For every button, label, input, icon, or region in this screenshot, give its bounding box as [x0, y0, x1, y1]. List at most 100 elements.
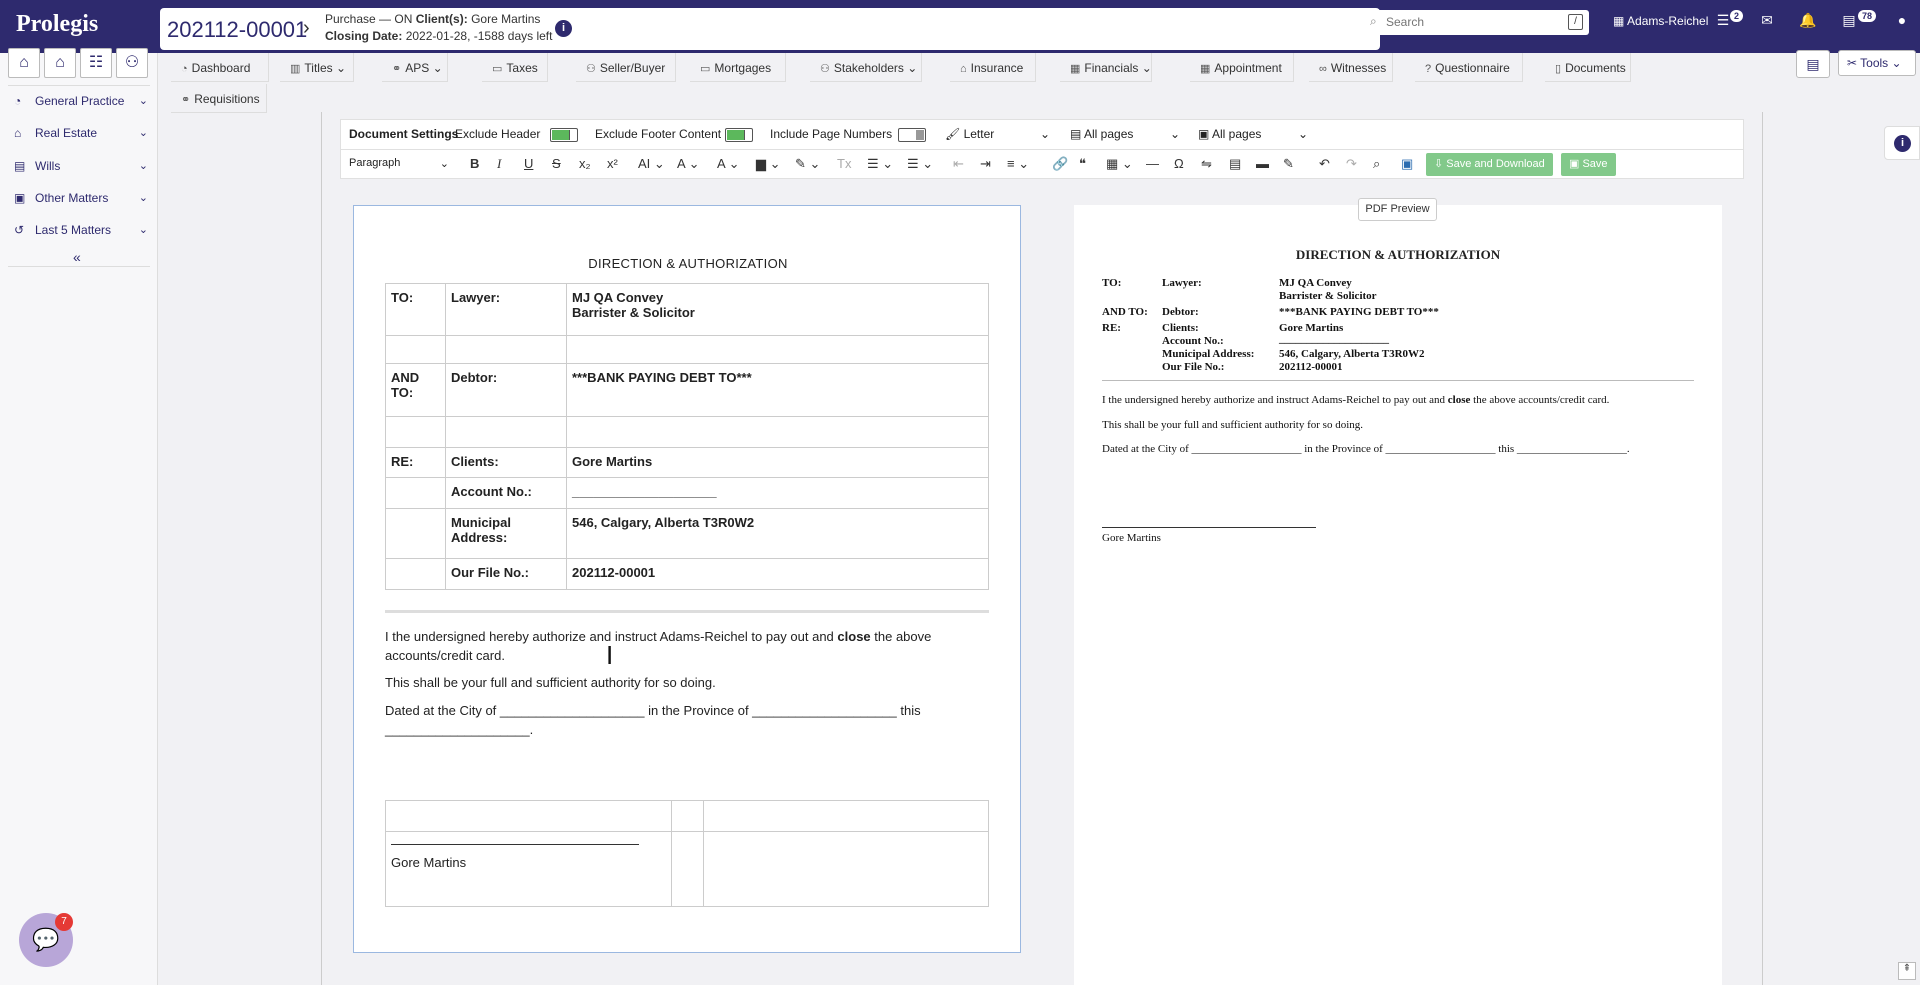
- superscript-icon[interactable]: x²: [607, 156, 618, 171]
- tab-seller-buyer[interactable]: ⚇ Seller/Buyer: [576, 53, 676, 82]
- bulleted-list-icon[interactable]: ☰ ⌄: [907, 156, 933, 172]
- sidebar-item-other-matters[interactable]: ▣ Other Matters ⌄: [0, 185, 158, 213]
- divider: [8, 266, 150, 267]
- undo-icon[interactable]: ↶: [1319, 156, 1330, 172]
- divider: [1102, 380, 1694, 381]
- app-logo[interactable]: Prolegis: [8, 6, 158, 44]
- table-row: AND TO: Debtor: ***BANK PAYING DEBT TO**…: [385, 363, 989, 417]
- italic-icon[interactable]: I: [497, 156, 501, 172]
- save-and-download-button[interactable]: ⇩ Save and Download: [1426, 153, 1553, 176]
- add-property-icon[interactable]: ⌂: [44, 48, 76, 78]
- search-input[interactable]: [1386, 13, 1556, 31]
- blockquote-icon[interactable]: ❝: [1079, 156, 1086, 172]
- strikethrough-icon[interactable]: S: [552, 156, 561, 171]
- lawyer-cell: MJ QA Convey Barrister & Solicitor: [566, 283, 989, 336]
- highlight-icon[interactable]: ✎ ⌄: [795, 156, 820, 172]
- handshake-icon: ⚭: [392, 63, 402, 75]
- tab-dashboard[interactable]: ◔ Dashboard: [171, 53, 269, 82]
- closing-date: 2022-01-28, -1588 days left: [405, 29, 553, 43]
- header-block-icon[interactable]: ▤: [1229, 156, 1241, 172]
- tools-button[interactable]: ✂ Tools ⌄: [1838, 50, 1916, 76]
- tab-aps[interactable]: ⚭ APS ⌄: [382, 53, 448, 82]
- outdent-icon[interactable]: ⇤: [953, 156, 964, 172]
- add-matter-icon[interactable]: ⌂: [8, 48, 40, 78]
- details-panel-toggle[interactable]: i: [1884, 126, 1920, 160]
- tab-requisitions[interactable]: ⚭ Requisitions: [171, 84, 267, 113]
- preview-and-to-label: AND TO:: [1102, 306, 1148, 318]
- tab-witnesses[interactable]: ∞ Witnesses: [1309, 53, 1393, 82]
- chevron-down-icon: ⌄: [439, 158, 449, 170]
- preview-title: DIRECTION & AUTHORIZATION: [1295, 247, 1501, 262]
- save-button[interactable]: ▣ Save: [1561, 153, 1616, 176]
- bold-icon[interactable]: B: [470, 156, 479, 171]
- chevron-right-icon[interactable]: ›: [303, 17, 310, 40]
- documents-badge: 78: [1858, 10, 1877, 22]
- tab-mortgages[interactable]: ▭ Mortgages: [690, 53, 786, 82]
- matter-number[interactable]: 202112-00001: [167, 17, 307, 43]
- subscript-icon[interactable]: x₂: [579, 156, 591, 171]
- tab-financials[interactable]: ▦ Financials ⌄: [1060, 53, 1152, 82]
- sidebar-item-label: Real Estate: [35, 126, 98, 140]
- sidebar-item-last-5-matters[interactable]: ↺ Last 5 Matters ⌄: [0, 217, 158, 245]
- footer-block-icon[interactable]: ▬: [1256, 156, 1269, 171]
- search-box[interactable]: ⌕ /: [1364, 10, 1589, 35]
- bell-icon[interactable]: 🔔: [1797, 12, 1819, 34]
- tab-insurance[interactable]: ⌂ Insurance: [950, 53, 1036, 82]
- new-document-icon[interactable]: ▤: [1796, 50, 1830, 78]
- tab-appointment[interactable]: ▦ Appointment: [1190, 53, 1294, 82]
- document-editor[interactable]: DIRECTION & AUTHORIZATION TO: Lawyer: MJ…: [353, 205, 1021, 953]
- scroll-to-top-icon[interactable]: ⇞: [1898, 962, 1916, 980]
- tab-questionnaire[interactable]: ? Questionnaire: [1415, 53, 1523, 82]
- word-export-icon[interactable]: ▣: [1401, 156, 1413, 172]
- sidebar-item-real-estate[interactable]: ⌂ Real Estate ⌄: [0, 120, 158, 148]
- preview-authority-paragraph: This shall be your full and sufficient a…: [1102, 419, 1364, 431]
- lawyer-label: Lawyer:: [445, 283, 567, 336]
- exclude-header-toggle[interactable]: [550, 128, 578, 142]
- block-style-select[interactable]: Paragraph ⌄: [349, 157, 449, 170]
- tab-taxes[interactable]: ▭ Taxes: [482, 53, 548, 82]
- tab-documents[interactable]: ▯ Documents: [1545, 53, 1631, 82]
- firm-switcher[interactable]: ▦ Adams-Reichel: [1613, 14, 1708, 28]
- font-color-icon[interactable]: A ⌄: [717, 156, 739, 172]
- tab-stakeholders[interactable]: ⚇ Stakeholders ⌄: [810, 53, 922, 82]
- collapse-sidebar-icon[interactable]: «: [73, 249, 81, 265]
- divider: [8, 85, 150, 86]
- documents-icon[interactable]: ▤: [1838, 12, 1860, 34]
- tasks-badge: 2: [1730, 10, 1744, 22]
- page-break-icon[interactable]: ⇋: [1201, 156, 1212, 172]
- underline-icon[interactable]: U: [524, 156, 533, 171]
- find-replace-icon[interactable]: ⌕: [1373, 156, 1380, 172]
- font-size-icon[interactable]: AI ⌄: [638, 156, 665, 172]
- clear-format-icon[interactable]: Tx: [837, 156, 851, 171]
- link-icon[interactable]: 🔗: [1052, 156, 1068, 172]
- mail-icon[interactable]: ✉: [1756, 12, 1778, 34]
- paper-size-select[interactable]: 🖌 Letter ⌄: [945, 127, 1050, 141]
- exclude-footer-toggle[interactable]: [725, 128, 753, 142]
- indent-icon[interactable]: ⇥: [980, 156, 991, 172]
- footer-pages-select[interactable]: ▣ All pages ⌄: [1198, 127, 1308, 141]
- tab-titles[interactable]: ▥ Titles ⌄: [280, 53, 354, 82]
- align-icon[interactable]: ≡ ⌄: [1007, 156, 1029, 172]
- add-people-icon[interactable]: ⚇: [116, 48, 148, 78]
- edit-source-icon[interactable]: ✎: [1283, 156, 1294, 172]
- tools-label: Tools: [1860, 56, 1889, 70]
- info-icon[interactable]: i: [555, 20, 572, 37]
- to-label: TO:: [385, 283, 446, 336]
- add-list-icon[interactable]: ☷: [80, 48, 112, 78]
- sidebar-item-wills[interactable]: ▤ Wills ⌄: [0, 153, 158, 181]
- special-characters-icon[interactable]: Ω: [1174, 156, 1184, 171]
- pdf-preview-button[interactable]: PDF Preview: [1358, 198, 1437, 221]
- building-icon: ▦: [1613, 14, 1628, 28]
- table-icon[interactable]: ▦ ⌄: [1106, 156, 1133, 172]
- user-icon[interactable]: ●: [1891, 12, 1913, 34]
- background-color-icon[interactable]: ▆ ⌄: [756, 156, 781, 172]
- sidebar-item-general-practice[interactable]: ◔ General Practice ⌄: [0, 88, 158, 116]
- horizontal-line-icon[interactable]: —: [1146, 156, 1159, 171]
- page-numbers-toggle[interactable]: [898, 128, 926, 142]
- bank-icon: ▥: [290, 63, 301, 75]
- header-pages-select[interactable]: ▤ All pages ⌄: [1070, 127, 1180, 141]
- account-label: Account No.:: [445, 477, 567, 509]
- font-family-icon[interactable]: A ⌄: [677, 156, 699, 172]
- redo-icon[interactable]: ↷: [1346, 156, 1357, 172]
- numbered-list-icon[interactable]: ☰ ⌄: [867, 156, 893, 172]
